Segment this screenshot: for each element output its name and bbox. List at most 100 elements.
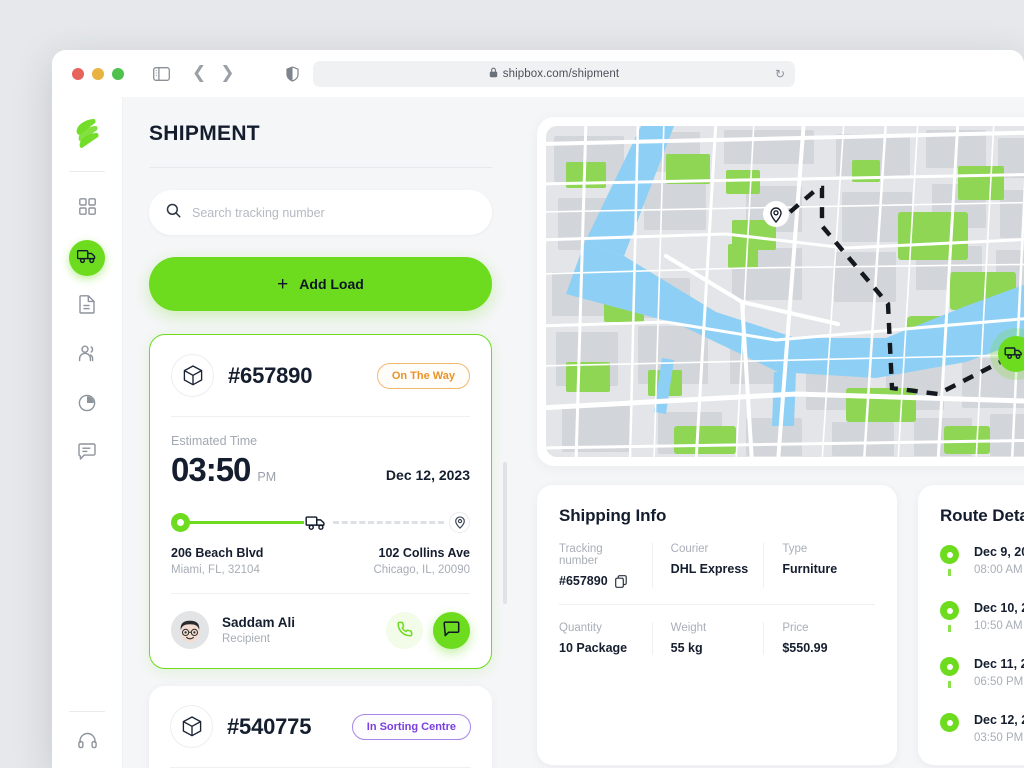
call-button[interactable] xyxy=(386,611,423,649)
chat-bubble-icon xyxy=(443,620,460,640)
field-value: #657890 xyxy=(559,574,642,588)
grid-dashboard-icon xyxy=(78,198,96,220)
timeline-time: 06:50 PM xyxy=(974,676,1024,688)
maximize-window-button[interactable] xyxy=(112,67,124,80)
field-weight: Weight 55 kg xyxy=(651,622,764,655)
timeline-dot-icon xyxy=(940,601,959,620)
timeline-time: 10:50 AM xyxy=(974,620,1023,632)
shield-privacy-icon[interactable] xyxy=(281,63,303,85)
search-bar[interactable] xyxy=(149,190,492,235)
field-courier: Courier DHL Express xyxy=(651,543,764,588)
sidebar-item-support[interactable] xyxy=(69,732,105,768)
back-button[interactable]: ❮ xyxy=(192,65,206,82)
timeline-dot-icon xyxy=(940,713,959,732)
shipping-info-row-2: Quantity 10 Package Weight 55 kg Price $… xyxy=(559,622,875,655)
browser-chrome: ❮ ❯ shipbox.com/shipment ↻ xyxy=(52,50,1024,97)
timeline-marker xyxy=(940,545,959,576)
estimated-time-row: 03:50 PM Dec 12, 2023 xyxy=(171,453,470,486)
sidebar-toggle-icon[interactable] xyxy=(150,63,172,85)
shipbox-logo[interactable] xyxy=(70,116,104,150)
sidebar-footer xyxy=(52,711,122,768)
field-quantity: Quantity 10 Package xyxy=(559,622,652,655)
shipping-info-panel: Shipping Info Tracking number #657890 Co… xyxy=(537,485,897,765)
timeline-date: Dec 11, 2023 xyxy=(974,657,1024,671)
timeline-marker xyxy=(940,657,959,688)
sidebar-item-analytics[interactable] xyxy=(69,387,105,423)
field-value: 10 Package xyxy=(559,641,628,655)
field-tracking-number: Tracking number #657890 xyxy=(559,543,652,588)
card-divider xyxy=(171,416,470,417)
sidebar-item-customers[interactable] xyxy=(69,338,105,374)
origin-dot-icon xyxy=(171,512,190,532)
close-window-button[interactable] xyxy=(72,67,84,80)
progress-completed xyxy=(190,520,304,524)
timeline-text: Dec 9, 2023 08:00 AM xyxy=(974,545,1024,576)
status-badge: In Sorting Centre xyxy=(351,713,471,740)
card-header: #540775 In Sorting Centre xyxy=(170,705,471,748)
add-load-button[interactable]: + Add Load xyxy=(149,257,492,311)
timeline-dot-icon xyxy=(940,657,959,676)
list-scrollbar[interactable] xyxy=(503,462,507,604)
map-origin-pin xyxy=(763,201,789,227)
card-header: #657890 On The Way xyxy=(171,354,470,397)
plus-icon: + xyxy=(277,273,289,295)
lock-icon xyxy=(489,67,498,78)
browser-window: ❮ ❯ shipbox.com/shipment ↻ SHIPMENT Sear… xyxy=(52,50,1024,768)
field-label: Courier xyxy=(670,543,709,555)
timeline-connector xyxy=(948,625,951,632)
timeline-date: Dec 12, 2023 xyxy=(974,713,1024,727)
sidebar-item-dashboard[interactable] xyxy=(69,191,105,227)
timeline-step: Dec 9, 2023 08:00 AM xyxy=(940,545,1024,601)
field-value: $550.99 xyxy=(782,641,828,655)
window-traffic-lights[interactable] xyxy=(72,67,124,80)
route-timeline: Dec 9, 2023 08:00 AM Dec 10, xyxy=(940,545,1024,744)
timeline-marker xyxy=(940,601,959,632)
origin-street: 206 Beach Blvd xyxy=(171,546,264,560)
shipment-card-657890[interactable]: #657890 On The Way Estimated Time 03:50 … xyxy=(149,334,492,669)
field-value: 55 kg xyxy=(670,641,703,655)
field-label: Type xyxy=(782,543,808,555)
reload-icon[interactable]: ↻ xyxy=(775,67,785,81)
field-label: Quantity xyxy=(559,622,602,634)
shipment-card-540775[interactable]: #540775 In Sorting Centre xyxy=(149,686,492,768)
recipient-actions xyxy=(386,611,470,649)
sidebar-item-messages[interactable] xyxy=(69,436,105,472)
chat-icon xyxy=(78,443,96,465)
map-view[interactable] xyxy=(546,126,1024,457)
field-label: Price xyxy=(782,622,809,634)
copy-icon[interactable] xyxy=(614,574,627,588)
browser-nav-arrows[interactable]: ❮ ❯ xyxy=(192,65,235,82)
sidebar-item-shipment[interactable] xyxy=(69,240,105,276)
timeline-date: Dec 10, 2023 xyxy=(974,601,1024,615)
timeline-text: Dec 12, 2023 03:50 PM xyxy=(974,713,1024,744)
sidebar-item-documents[interactable] xyxy=(69,289,105,325)
field-value: Furniture xyxy=(782,562,838,576)
destination-address: 102 Collins Ave Chicago, IL, 20090 xyxy=(373,546,470,576)
search-input[interactable] xyxy=(192,205,475,220)
timeline-step: Dec 12, 2023 03:50 PM xyxy=(940,713,1024,744)
add-load-label: Add Load xyxy=(299,276,364,292)
estimated-time-value: 03:50 xyxy=(171,451,251,488)
minimize-window-button[interactable] xyxy=(92,67,104,80)
headphones-support-icon xyxy=(77,732,97,754)
timeline-marker xyxy=(940,713,959,744)
shipment-cards: #657890 On The Way Estimated Time 03:50 … xyxy=(149,334,492,768)
timeline-text: Dec 10, 2023 10:50 AM xyxy=(974,601,1024,632)
field-type: Type Furniture xyxy=(763,543,875,588)
progress-remaining xyxy=(333,520,444,524)
destination-pin-icon xyxy=(449,511,470,533)
forward-button[interactable]: ❯ xyxy=(220,65,234,82)
detail-column: Shipping Info Tracking number #657890 Co… xyxy=(518,97,1024,768)
page-title: SHIPMENT xyxy=(149,122,260,145)
chat-button[interactable] xyxy=(433,611,470,649)
field-label: Weight xyxy=(670,622,707,634)
phone-icon xyxy=(396,621,413,640)
users-icon xyxy=(78,345,97,367)
route-details-panel: Route Details Dec 9, 2023 08:00 AM xyxy=(918,485,1024,765)
timeline-text: Dec 11, 2023 06:50 PM xyxy=(974,657,1024,688)
address-bar[interactable]: shipbox.com/shipment ↻ xyxy=(313,60,795,87)
timeline-step: Dec 10, 2023 10:50 AM xyxy=(940,601,1024,657)
estimated-time-ampm: PM xyxy=(257,470,277,484)
pie-chart-icon xyxy=(78,394,96,417)
sidebar-footer-divider xyxy=(69,711,105,712)
